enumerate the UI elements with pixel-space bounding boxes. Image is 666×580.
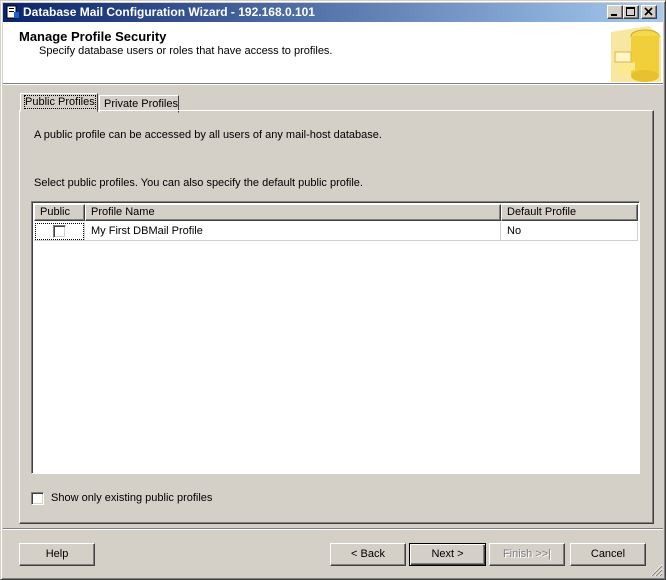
minimize-button[interactable] [607, 5, 623, 19]
back-button[interactable]: < Back [330, 543, 406, 566]
panel-instruction: Select public profiles. You can also spe… [34, 177, 363, 189]
public-checkbox[interactable] [53, 225, 66, 238]
column-header-default-profile[interactable]: Default Profile [501, 204, 638, 221]
column-header-profile-name[interactable]: Profile Name [85, 204, 501, 221]
tab-public-profiles-label: Public Profiles [24, 95, 96, 109]
finish-button: Finish >>| [489, 543, 565, 566]
wizard-header: Manage Profile Security Specify database… [3, 22, 663, 84]
header-separator [3, 84, 663, 85]
profile-name-cell: My First DBMail Profile [85, 222, 501, 241]
cancel-button-label: Cancel [590, 548, 626, 560]
next-button-label: Next > [431, 548, 464, 560]
resize-grip-icon[interactable] [650, 564, 663, 577]
profiles-grid[interactable]: Public Profile Name Default Profile My F… [31, 201, 640, 474]
close-icon [644, 7, 653, 16]
maximize-icon [626, 7, 635, 16]
minimize-icon [611, 14, 617, 16]
help-button-label: Help [45, 548, 69, 560]
finish-button-label: Finish >>| [502, 548, 552, 560]
bottom-separator [3, 528, 663, 530]
default-profile-cell[interactable]: No [501, 222, 638, 241]
maximize-button[interactable] [623, 5, 639, 19]
window-title: Database Mail Configuration Wizard - 192… [23, 5, 315, 19]
show-existing-label[interactable]: Show only existing public profiles [51, 492, 212, 504]
public-cell[interactable] [34, 222, 85, 241]
close-button[interactable] [641, 5, 657, 19]
app-icon [6, 5, 19, 19]
database-icon [601, 22, 663, 82]
table-row[interactable]: My First DBMail Profile No [34, 222, 638, 241]
help-button[interactable]: Help [19, 543, 95, 566]
show-existing-checkbox[interactable] [31, 492, 44, 505]
column-header-public[interactable]: Public [34, 204, 85, 221]
page-subtitle: Specify database users or roles that hav… [39, 45, 333, 57]
cancel-button[interactable]: Cancel [570, 543, 646, 566]
back-button-label: < Back [351, 548, 385, 560]
tab-private-profiles-label: Private Profiles [104, 98, 178, 110]
next-button[interactable]: Next > [409, 543, 486, 566]
title-bar[interactable]: Database Mail Configuration Wizard - 192… [3, 3, 663, 22]
page-title: Manage Profile Security [19, 29, 167, 44]
active-tab-joiner [21, 110, 97, 112]
panel-description: A public profile can be accessed by all … [34, 129, 382, 141]
